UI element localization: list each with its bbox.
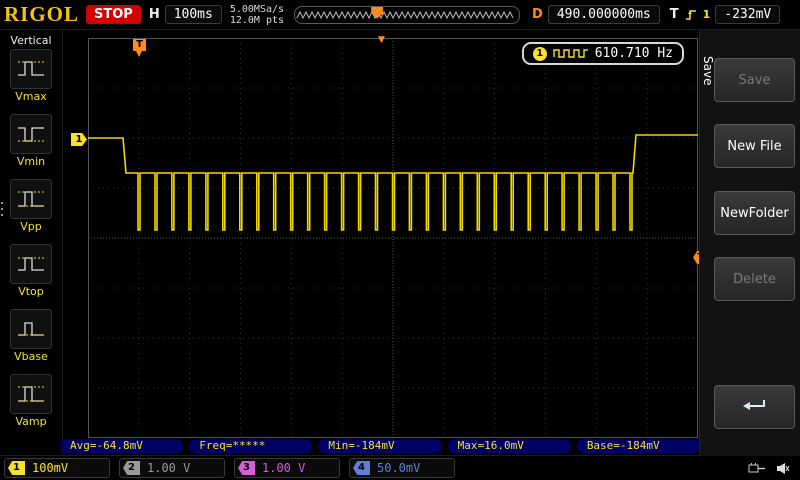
menu-item-vmax[interactable]: Vmax xyxy=(0,49,62,103)
waveform-memory-bar[interactable] xyxy=(294,6,520,24)
return-arrow-icon xyxy=(742,398,768,416)
vmin-icon xyxy=(10,114,52,154)
new-folder-button[interactable]: NewFolder xyxy=(714,191,795,235)
channel3-badge: 3 xyxy=(238,461,255,475)
trigger-group: T 1 -232mV xyxy=(670,5,781,24)
horizontal-center-marker: ▼ xyxy=(378,35,385,45)
channel4-badge: 4 xyxy=(353,461,370,475)
new-file-button[interactable]: New File xyxy=(714,124,795,168)
save-menu-panel: Save Save New File NewFolder Delete xyxy=(699,30,800,456)
menu-item-vamp[interactable]: Vamp xyxy=(0,374,62,428)
memory-depth: 12.0M pts xyxy=(230,15,284,26)
rising-edge-icon xyxy=(684,8,698,21)
delay-group: D 490.000000ms xyxy=(532,5,660,24)
measurement-base: Base=-184mV xyxy=(577,439,700,453)
trigger-position-marker[interactable]: T xyxy=(133,39,146,51)
freq-counter-value: 610.710 Hz xyxy=(595,46,673,61)
measurement-min: Min=-184mV xyxy=(318,439,441,453)
vertical-measure-menu: Vertical Vmax Vmin Vpp Vtop Vbase Vamp xyxy=(0,30,63,456)
menu-item-vmin[interactable]: Vmin xyxy=(0,114,62,168)
vtop-icon xyxy=(10,244,52,284)
menu-item-vbase[interactable]: Vbase xyxy=(0,309,62,363)
channel1-status[interactable]: 1 100mV xyxy=(4,458,110,478)
sample-rate: 5.00MSa/s xyxy=(230,4,284,15)
freq-counter-channel-badge: 1 xyxy=(533,47,547,61)
save-button[interactable]: Save xyxy=(714,58,795,102)
menu-item-label: Vpp xyxy=(20,220,42,233)
menu-item-label: Vamp xyxy=(15,415,46,428)
menu-item-label: Vmax xyxy=(15,90,47,103)
vamp-icon xyxy=(10,374,52,414)
channel4-scale: 50.0mV xyxy=(377,461,420,475)
speaker-icon[interactable] xyxy=(776,462,790,475)
channel2-scale: 1.00 V xyxy=(147,461,190,475)
trigger-level-readout[interactable]: -232mV xyxy=(715,5,780,24)
memory-waveform-icon xyxy=(295,7,517,23)
pulse-train-icon xyxy=(553,48,589,59)
measurement-avg: Avg=-64.8mV xyxy=(60,439,183,453)
channel2-status[interactable]: 2 1.00 V xyxy=(119,458,225,478)
t-label: T xyxy=(670,7,679,22)
channel3-scale: 1.00 V xyxy=(262,461,305,475)
menu-item-vtop[interactable]: Vtop xyxy=(0,244,62,298)
menu-item-label: Vmin xyxy=(17,155,45,168)
channel2-badge: 2 xyxy=(123,461,140,475)
scope-display: 1 T ▼ T 1 610.710 Hz xyxy=(88,38,698,438)
vpp-icon xyxy=(10,179,52,219)
usb-icon xyxy=(748,462,766,475)
menu-item-label: Vtop xyxy=(18,285,44,298)
menu-tab-save: Save xyxy=(701,56,715,85)
channel1-scale: 100mV xyxy=(32,461,68,475)
frequency-counter: 1 610.710 Hz xyxy=(522,42,684,65)
vmax-icon xyxy=(10,49,52,89)
measurement-results-bar: Avg=-64.8mV Freq=***** Min=-184mV Max=16… xyxy=(60,439,700,453)
menu-scroll-dots xyxy=(1,198,4,220)
measurement-freq: Freq=***** xyxy=(189,439,312,453)
channel1-level-marker[interactable]: 1 xyxy=(71,133,87,146)
channel4-status[interactable]: 4 50.0mV xyxy=(349,458,455,478)
channel-status-bar: 1 100mV 2 1.00 V 3 1.00 V 4 50.0mV xyxy=(0,455,800,480)
graticule-and-waveform xyxy=(88,38,698,438)
channel1-badge: 1 xyxy=(8,461,25,475)
delete-button[interactable]: Delete xyxy=(714,257,795,301)
timebase-readout[interactable]: 100ms xyxy=(165,5,222,24)
h-label: H xyxy=(149,7,160,22)
return-button[interactable] xyxy=(714,385,795,429)
vbase-icon xyxy=(10,309,52,349)
menu-item-label: Vbase xyxy=(14,350,48,363)
delay-readout[interactable]: 490.000000ms xyxy=(548,5,660,24)
io-status-icons xyxy=(748,462,790,475)
d-label: D xyxy=(532,7,543,22)
left-menu-title: Vertical xyxy=(0,30,62,49)
top-status-bar: RIGOL STOP H 100ms 5.00MSa/s 12.0M pts D… xyxy=(0,0,800,30)
horizontal-group: H 100ms xyxy=(149,5,222,24)
acquisition-info: 5.00MSa/s 12.0M pts xyxy=(230,4,284,26)
rigol-logo: RIGOL xyxy=(4,2,82,27)
trigger-source-channel: 1 xyxy=(703,8,711,21)
measurement-max: Max=16.0mV xyxy=(448,439,571,453)
channel3-status[interactable]: 3 1.00 V xyxy=(234,458,340,478)
menu-item-vpp[interactable]: Vpp xyxy=(0,179,62,233)
run-state-badge: STOP xyxy=(86,5,141,24)
